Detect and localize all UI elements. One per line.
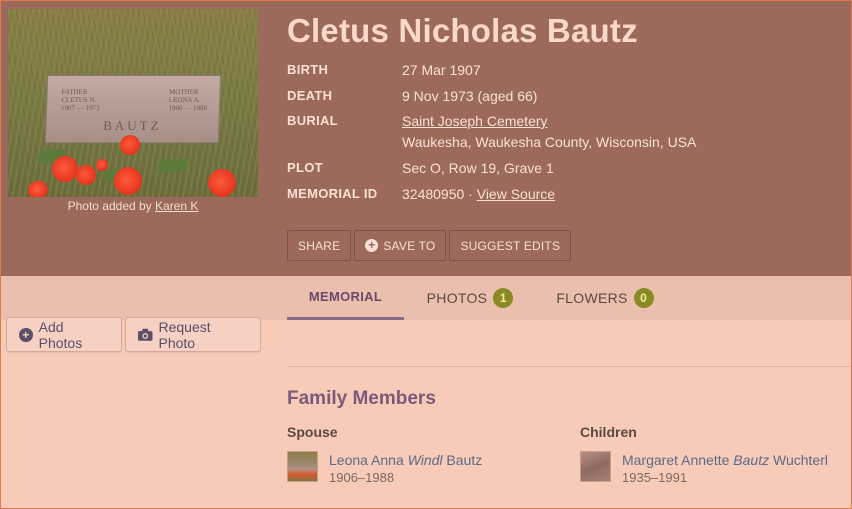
photo-contributor-link[interactable]: Karen K bbox=[155, 199, 198, 213]
tabs-bar: MEMORIAL PHOTOS 1 FLOWERS 0 bbox=[0, 276, 852, 320]
flower bbox=[114, 167, 142, 195]
member-dates: 1906–1988 bbox=[329, 470, 395, 485]
camera-icon bbox=[138, 328, 153, 341]
leaf bbox=[158, 159, 188, 173]
member-dates: 1935–1991 bbox=[622, 470, 688, 485]
headstone-right-inscription: MOTHER LEONA A. 1906 — 1988 bbox=[168, 88, 207, 112]
memorial-actions: SHARE + SAVE TO SUGGEST EDITS bbox=[287, 230, 572, 261]
spouse-member[interactable]: Leona Anna Windl Bautz 1906–1988 bbox=[287, 451, 482, 487]
headstone-surname: BAUTZ bbox=[102, 118, 162, 133]
memorial-id-value: 32480950 · bbox=[402, 186, 473, 202]
tab-memorial[interactable]: MEMORIAL bbox=[287, 276, 404, 320]
fact-label: PLOT bbox=[287, 160, 323, 175]
children-heading: Children bbox=[580, 424, 637, 440]
member-last-name: Bautz bbox=[446, 452, 483, 468]
member-maiden-name: Windl bbox=[407, 452, 443, 468]
fact-value: 32480950 · View Source bbox=[402, 186, 555, 202]
share-label: SHARE bbox=[298, 238, 341, 253]
flower bbox=[96, 159, 108, 171]
save-to-label: SAVE TO bbox=[383, 238, 436, 253]
member-text: Margaret Annette Bautz Wuchterl 1935–199… bbox=[622, 451, 828, 487]
flower bbox=[52, 156, 78, 182]
tab-flowers[interactable]: FLOWERS 0 bbox=[536, 276, 674, 320]
fact-value: 27 Mar 1907 bbox=[402, 62, 481, 78]
member-first-name: Margaret Annette bbox=[622, 452, 730, 468]
headstone-left-line: CLETUS N. bbox=[61, 96, 97, 104]
memorial-photo[interactable]: FATHER CLETUS N. 1907 — 1973 MOTHER LEON… bbox=[8, 9, 258, 197]
headstone: FATHER CLETUS N. 1907 — 1973 MOTHER LEON… bbox=[44, 75, 222, 143]
member-text: Leona Anna Windl Bautz 1906–1988 bbox=[329, 451, 482, 487]
flower bbox=[28, 181, 48, 197]
family-members-heading: Family Members bbox=[287, 388, 436, 409]
photo-caption-prefix: Photo added by bbox=[67, 199, 152, 213]
burial-location: Waukesha, Waukesha County, Wisconsin, US… bbox=[402, 134, 697, 150]
photos-count-badge: 1 bbox=[493, 288, 514, 308]
child-thumbnail bbox=[580, 451, 611, 482]
memorial-name: Cletus Nicholas Bautz bbox=[287, 12, 638, 49]
suggest-edits-label: SUGGEST EDITS bbox=[460, 238, 561, 253]
memorial-header: FATHER CLETUS N. 1907 — 1973 MOTHER LEON… bbox=[0, 0, 852, 276]
fact-value: Sec O, Row 19, Grave 1 bbox=[402, 160, 554, 176]
member-name: Margaret Annette Bautz Wuchterl bbox=[622, 451, 828, 469]
fact-value: Saint Joseph Cemetery bbox=[402, 113, 548, 129]
tab-photos[interactable]: PHOTOS 1 bbox=[404, 276, 536, 320]
headstone-right-line: 1906 — 1988 bbox=[168, 104, 208, 112]
view-source-link[interactable]: View Source bbox=[477, 186, 555, 202]
tab-label: PHOTOS bbox=[426, 290, 488, 306]
fact-label: BIRTH bbox=[287, 62, 329, 77]
headstone-right-line: MOTHER bbox=[168, 88, 199, 96]
plus-circle-icon: + bbox=[19, 327, 33, 342]
headstone-left-line: FATHER bbox=[61, 88, 88, 96]
headstone-left-inscription: FATHER CLETUS N. 1907 — 1973 bbox=[61, 88, 100, 112]
flowers-count-badge: 0 bbox=[633, 288, 654, 308]
cemetery-link[interactable]: Saint Joseph Cemetery bbox=[402, 113, 548, 129]
suggest-edits-button[interactable]: SUGGEST EDITS bbox=[449, 230, 572, 261]
spouse-heading: Spouse bbox=[287, 424, 338, 440]
headstone-right-line: LEONA A. bbox=[168, 96, 201, 104]
flower bbox=[120, 135, 140, 155]
member-maiden-name: Bautz bbox=[733, 452, 770, 468]
child-member[interactable]: Margaret Annette Bautz Wuchterl 1935–199… bbox=[580, 451, 828, 487]
section-divider bbox=[287, 366, 852, 367]
fact-value: 9 Nov 1973 (aged 66) bbox=[402, 88, 538, 104]
add-photos-label: Add Photos bbox=[38, 318, 83, 351]
fact-label: BURIAL bbox=[287, 113, 338, 128]
plus-circle-icon: + bbox=[365, 239, 379, 252]
tab-label: FLOWERS bbox=[556, 290, 628, 306]
share-button[interactable]: SHARE bbox=[287, 230, 352, 261]
request-photo-button[interactable]: Request Photo bbox=[125, 317, 261, 352]
fact-label: DEATH bbox=[287, 88, 333, 103]
fact-label: MEMORIAL ID bbox=[287, 186, 378, 201]
flower bbox=[208, 169, 236, 197]
flower bbox=[76, 165, 96, 185]
headstone-left-line: 1907 — 1973 bbox=[60, 104, 100, 112]
save-to-button[interactable]: + SAVE TO bbox=[354, 230, 447, 261]
member-first-name: Leona Anna bbox=[329, 452, 404, 468]
photo-caption: Photo added by Karen K bbox=[8, 199, 258, 213]
member-last-name: Wuchterl bbox=[773, 452, 828, 468]
member-name: Leona Anna Windl Bautz bbox=[329, 451, 482, 469]
tab-label: MEMORIAL bbox=[308, 289, 383, 304]
spouse-thumbnail bbox=[287, 451, 318, 482]
request-photo-label: Request Photo bbox=[158, 318, 211, 351]
add-photos-button[interactable]: + Add Photos bbox=[6, 317, 122, 352]
